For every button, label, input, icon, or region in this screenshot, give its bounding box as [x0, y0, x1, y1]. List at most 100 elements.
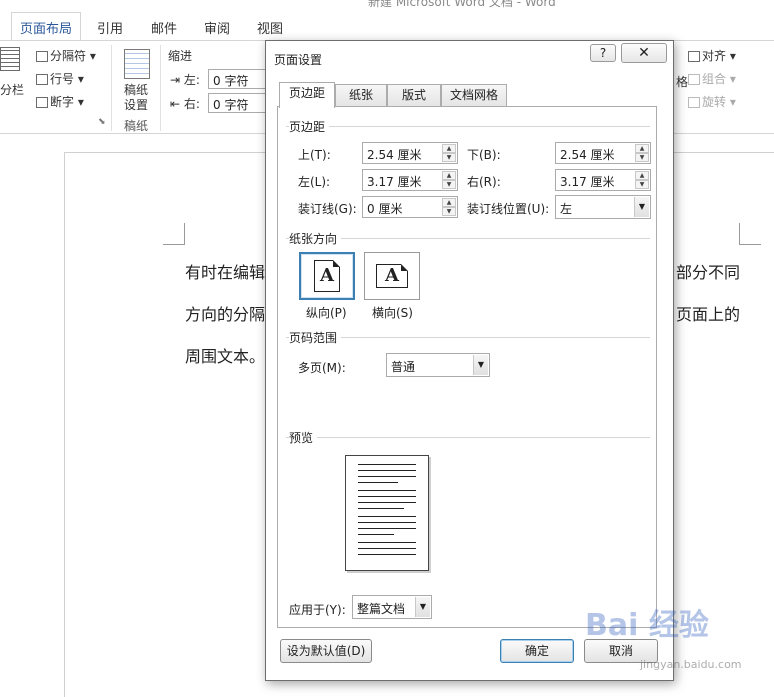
- align-button[interactable]: 对齐 ▾: [688, 47, 736, 64]
- spin-down-icon[interactable]: ▼: [442, 153, 456, 162]
- spin-up-icon[interactable]: ▲: [635, 144, 649, 153]
- rotate-icon: [688, 97, 700, 108]
- spin-down-icon[interactable]: ▼: [442, 207, 456, 216]
- tab-paper[interactable]: 纸张: [335, 84, 387, 107]
- spin-up-icon[interactable]: ▲: [635, 171, 649, 180]
- preview-line: [358, 548, 416, 549]
- left-margin-label: 左(L):: [298, 175, 331, 189]
- indent-group-label: 缩进: [168, 49, 193, 63]
- indent-left-text: 左:: [183, 73, 200, 87]
- indent-left-label: ⇥ 左:: [170, 71, 200, 88]
- tab-page-layout[interactable]: 页面布局: [11, 12, 82, 41]
- document-text-line3-left: 周围文本。: [185, 347, 266, 366]
- section-divider: [286, 126, 650, 127]
- gutter-spinner[interactable]: 0 厘米 ▲ ▼: [362, 196, 458, 218]
- preview-line: [358, 464, 416, 465]
- right-margin-label: 右(R):: [467, 175, 501, 189]
- portrait-label[interactable]: 纵向(P): [306, 304, 347, 321]
- right-margin-value: 3.17 厘米: [560, 175, 615, 189]
- dialog-title: 页面设置: [274, 53, 323, 67]
- preview-line: [358, 508, 404, 509]
- portrait-page-icon: A: [314, 260, 340, 292]
- manuscript-icon: [124, 49, 150, 79]
- tab-mailings[interactable]: 邮件: [151, 18, 177, 37]
- tab-document-grid[interactable]: 文档网格: [441, 84, 507, 107]
- document-text-line2-left: 方向的分隔: [185, 305, 266, 324]
- align-icon: [688, 51, 700, 62]
- ok-button[interactable]: 确定: [500, 639, 574, 663]
- landscape-glyph: A: [385, 265, 399, 286]
- bottom-margin-label: 下(B):: [467, 148, 501, 162]
- help-button[interactable]: ?: [590, 44, 616, 62]
- dropdown-arrow-icon[interactable]: ▼: [634, 197, 649, 217]
- preview-line: [358, 542, 416, 543]
- indent-right-icon: ⇤: [170, 97, 181, 111]
- indent-left-input[interactable]: 0 字符: [208, 69, 266, 89]
- top-margin-value: 2.54 厘米: [367, 148, 422, 162]
- spin-down-icon[interactable]: ▼: [442, 180, 456, 189]
- preview-page: [345, 455, 429, 571]
- group-button[interactable]: 组合 ▾: [688, 70, 736, 87]
- dropdown-arrow-icon[interactable]: ▼: [415, 597, 430, 617]
- spin-down-icon[interactable]: ▼: [635, 180, 649, 189]
- tab-layout[interactable]: 版式: [387, 84, 441, 107]
- multiple-pages-label: 多页(M):: [298, 361, 346, 375]
- document-text-line2-right: 页面上的: [676, 305, 741, 324]
- line-numbers-icon: [36, 74, 48, 85]
- rotate-label: 旋转: [702, 95, 727, 109]
- apply-to-select[interactable]: 整篇文档 ▼: [352, 595, 432, 619]
- indent-right-input[interactable]: 0 字符: [208, 93, 266, 113]
- apply-to-label: 应用于(Y):: [289, 603, 346, 617]
- spin-up-icon[interactable]: ▲: [442, 198, 456, 207]
- preview-line: [358, 470, 416, 471]
- preview-line: [358, 490, 416, 491]
- breaks-label: 分隔符: [50, 49, 87, 63]
- manuscript-group-label: 稿纸: [124, 119, 149, 133]
- landscape-option[interactable]: A: [364, 252, 420, 300]
- gutter-position-value: 左: [560, 202, 573, 216]
- line-numbers-button[interactable]: 行号 ▾: [36, 70, 84, 87]
- line-numbers-label: 行号: [50, 72, 75, 86]
- spin-up-icon[interactable]: ▲: [442, 144, 456, 153]
- columns-button[interactable]: 分栏: [0, 81, 24, 98]
- preview-line: [358, 534, 394, 535]
- gutter-position-select[interactable]: 左 ▼: [555, 195, 651, 219]
- breaks-button[interactable]: 分隔符 ▾: [36, 47, 96, 64]
- margins-section-label: 页边距: [289, 118, 330, 135]
- orientation-section-label: 纸张方向: [289, 230, 342, 247]
- section-divider: [286, 437, 650, 438]
- pages-section-label: 页码范围: [289, 329, 342, 346]
- page-setup-dialog: 页面设置 ? ✕ 页边距 纸张 版式 文档网格 页边距 上(T): 2.54 厘…: [265, 40, 674, 681]
- hyphenation-button[interactable]: 断字 ▾: [36, 93, 84, 110]
- preview-line: [358, 516, 416, 517]
- right-margin-spinner[interactable]: 3.17 厘米 ▲ ▼: [555, 169, 651, 191]
- rotate-button[interactable]: 旋转 ▾: [688, 93, 736, 110]
- landscape-label[interactable]: 横向(S): [372, 304, 413, 321]
- ribbon-tabs: 页面布局 引用 邮件 审阅 视图: [0, 12, 774, 41]
- apply-to-value: 整篇文档: [357, 602, 406, 616]
- bottom-margin-spinner[interactable]: 2.54 厘米 ▲ ▼: [555, 142, 651, 164]
- set-default-button[interactable]: 设为默认值(D): [280, 639, 372, 663]
- spin-up-icon[interactable]: ▲: [442, 171, 456, 180]
- close-button[interactable]: ✕: [621, 43, 667, 63]
- left-margin-spinner[interactable]: 3.17 厘米 ▲ ▼: [362, 169, 458, 191]
- indent-right-label: ⇤ 右:: [170, 95, 200, 112]
- margin-corner-top-left: [163, 223, 185, 245]
- preview-section-label: 预览: [289, 429, 318, 446]
- multiple-pages-select[interactable]: 普通 ▼: [386, 353, 490, 377]
- portrait-glyph: A: [320, 265, 334, 286]
- top-margin-spinner[interactable]: 2.54 厘米 ▲ ▼: [362, 142, 458, 164]
- tab-references[interactable]: 引用: [97, 18, 123, 37]
- bottom-margin-value: 2.54 厘米: [560, 148, 615, 162]
- spin-down-icon[interactable]: ▼: [635, 153, 649, 162]
- gutter-label: 装订线(G):: [298, 202, 357, 216]
- portrait-option[interactable]: A: [299, 252, 355, 300]
- tab-review[interactable]: 审阅: [204, 18, 230, 37]
- dropdown-arrow-icon[interactable]: ▼: [473, 355, 488, 375]
- tab-view[interactable]: 视图: [257, 18, 283, 37]
- columns-icon: [0, 47, 20, 74]
- tab-margins[interactable]: 页边距: [279, 82, 335, 108]
- baidu-watermark-logo: Bai 经验: [585, 608, 709, 643]
- manuscript-button-line2[interactable]: 设置: [124, 96, 148, 113]
- page-setup-launcher-icon[interactable]: ⬊: [98, 117, 106, 127]
